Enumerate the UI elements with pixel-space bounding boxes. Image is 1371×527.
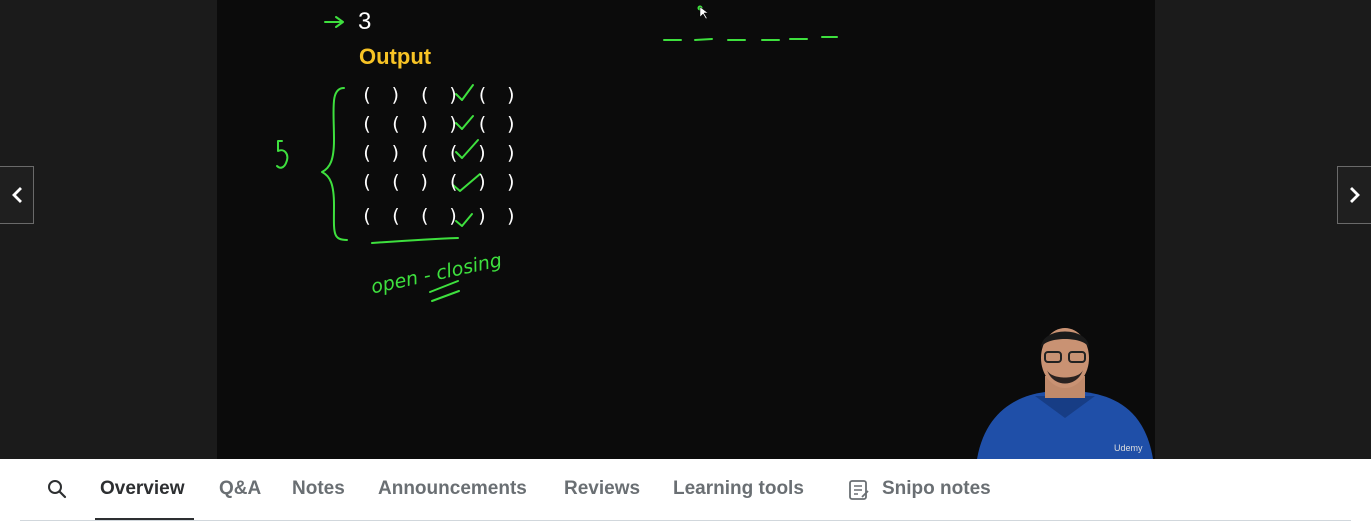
previous-lecture-button[interactable] [0,166,34,224]
search-icon[interactable] [45,477,69,501]
arrow-mark [324,16,344,28]
tab-divider [20,520,1351,521]
course-tabs: Overview Q&A Notes Announcements Reviews… [0,459,1371,527]
problem-number: 3 [358,8,372,35]
tab-reviews[interactable]: Reviews [564,478,640,500]
paren-combination: ( ) ( ( ) ) [361,142,520,164]
tab-notes[interactable]: Notes [292,478,345,500]
tab-announcements[interactable]: Announcements [378,478,527,500]
curly-brace [321,87,348,241]
cursor-icon [699,6,709,20]
handwritten-note: open - closing [369,249,504,298]
notes-icon [849,480,869,500]
chevron-right-icon [1349,187,1360,203]
paren-combination: ( ( ) ) ( ) [361,113,520,135]
video-player[interactable]: open - closing 5 3 Output ( ) ( ) ( ) ( … [0,0,1371,459]
underline [371,237,459,244]
chevron-left-icon [11,187,22,203]
next-lecture-button[interactable] [1337,166,1371,224]
paren-combination: ( ( ( ) ) ) [361,205,520,227]
tab-overview[interactable]: Overview [100,478,185,500]
paren-combination: ( ) ( ) ( ) [361,84,520,106]
output-heading: Output [359,44,432,69]
whiteboard-annotations: open - closing 5 [276,5,838,302]
tab-qa[interactable]: Q&A [219,478,261,500]
tab-snipo-notes[interactable]: Snipo notes [882,478,991,500]
dashed-blanks [663,36,838,41]
paren-combination: ( ( ) ( ) ) [361,171,520,193]
tab-learning-tools[interactable]: Learning tools [673,478,804,500]
udemy-watermark: Udemy [1114,443,1143,453]
count-five [276,140,289,169]
